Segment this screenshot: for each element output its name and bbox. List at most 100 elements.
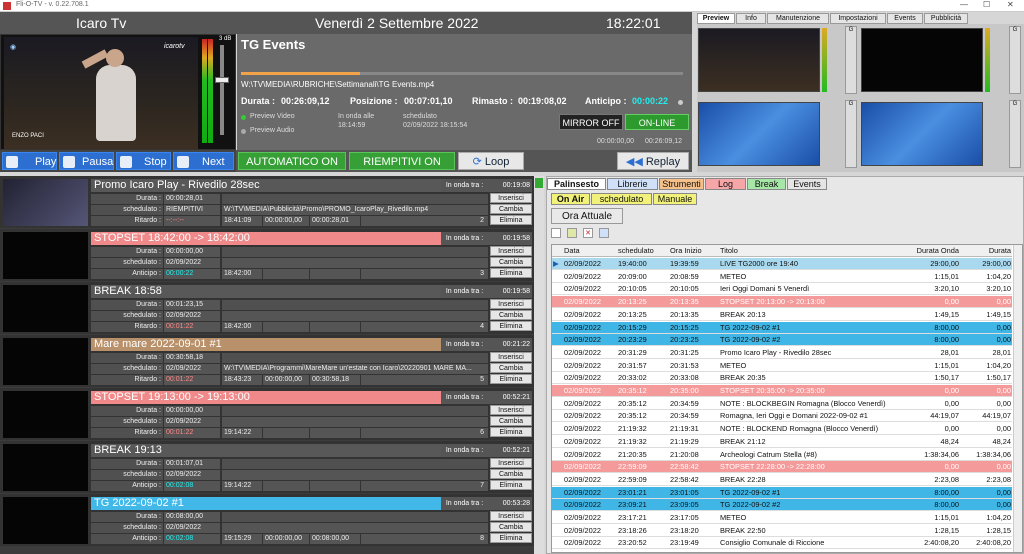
tab-preview[interactable]: Preview (697, 13, 735, 24)
grid-row[interactable]: 02/09/2022 20:13:25 20:13:35 BREAK 20:13 1:4… (552, 309, 1012, 321)
grid-row[interactable]: 02/09/2022 23:17:21 23:17:05 METEO 1:15,01 1:… (552, 512, 1012, 524)
maximize-button[interactable]: ☐ (983, 0, 990, 9)
close-button[interactable]: ✕ (1007, 0, 1014, 9)
grid-row[interactable]: 02/09/2022 20:15:29 20:15:25 TG 2022-09-02 … (552, 321, 1012, 334)
panel-tab[interactable]: Palinsesto (547, 178, 606, 190)
automatico-button[interactable]: AUTOMATICO ON (238, 152, 346, 170)
pause-button[interactable]: Pausa (59, 152, 114, 170)
queue-item[interactable]: STOPSET 18:42:00 -> 18:42:00 In onda tra … (0, 229, 534, 281)
inserisci-button[interactable]: Inserisci (490, 299, 532, 309)
grid-row[interactable]: 02/09/2022 20:35:12 20:35:00 STOPSET 20:35:… (552, 385, 1012, 397)
cambia-button[interactable]: Cambia (490, 257, 532, 267)
tab-info[interactable]: Info (736, 13, 766, 24)
grid-row[interactable]: ▶ 02/09/2022 19:40:00 19:39:59 LIVE TG2000 o… (552, 258, 1012, 270)
preview-audio-led[interactable] (241, 129, 246, 134)
grid-row[interactable]: 02/09/2022 21:19:32 21:19:29 BREAK 21:12 48,… (552, 436, 1012, 448)
tab-impostazioni[interactable]: Impostazioni (830, 13, 886, 24)
cambia-button[interactable]: Cambia (490, 469, 532, 479)
inserisci-button[interactable]: Inserisci (490, 405, 532, 415)
tab-events[interactable]: Events (887, 13, 923, 24)
preview-side-1[interactable]: G (845, 26, 857, 94)
panel-tab[interactable]: Events (787, 178, 827, 190)
grid-row[interactable]: 02/09/2022 23:20:52 23:19:49 Consiglio Comu… (552, 537, 1012, 550)
tool-icon-4[interactable] (599, 228, 609, 238)
grid-row[interactable]: 02/09/2022 20:09:00 20:08:59 METEO 1:15,01 1:… (552, 271, 1012, 283)
panel-tab[interactable]: Log (705, 178, 746, 190)
grid-header-cell[interactable]: Titolo (720, 245, 905, 257)
inserisci-button[interactable]: Inserisci (490, 458, 532, 468)
tool-icon-2[interactable] (567, 228, 577, 238)
loop-button[interactable]: ⟳ Loop (458, 152, 524, 170)
tool-icon-1[interactable] (551, 228, 561, 238)
grid-row[interactable]: 02/09/2022 20:13:25 20:13:35 STOPSET 20:13:… (552, 296, 1012, 309)
preview-video-led[interactable] (241, 115, 246, 120)
online-button[interactable]: ON-LINE (625, 114, 689, 130)
grid-row[interactable]: 02/09/2022 20:23:29 20:23:25 TG 2022-09-02 … (552, 334, 1012, 347)
queue-item[interactable]: TG 2022-09-02 #1 In onda tra :00:53:28 Dur… (0, 494, 534, 546)
inserisci-button[interactable]: Inserisci (490, 246, 532, 256)
volume-knob[interactable] (215, 77, 229, 83)
panel-tab[interactable]: Break (747, 178, 786, 190)
ora-attuale-button[interactable]: Ora Attuale (551, 208, 623, 224)
play-button[interactable]: Play (2, 152, 57, 170)
inserisci-button[interactable]: Inserisci (490, 352, 532, 362)
grid-row[interactable]: 02/09/2022 23:01:21 23:01:05 TG 2022-09-02 … (552, 486, 1012, 499)
inserisci-button[interactable]: Inserisci (490, 511, 532, 521)
replay-button[interactable]: ◀◀ Replay (617, 152, 689, 170)
delete-icon[interactable]: ✕ (583, 228, 593, 238)
elimina-button[interactable]: Elimina (490, 533, 532, 543)
grid-header-cell[interactable]: Ora Inizio (670, 245, 718, 257)
preview-audio-label[interactable]: Preview Audio (250, 127, 294, 134)
tab-pubblicita[interactable]: Pubblicità (924, 13, 968, 24)
elimina-button[interactable]: Elimina (490, 480, 532, 490)
queue-item[interactable]: Mare mare 2022-09-01 #1 In onda tra :00:2… (0, 335, 534, 387)
grid-row[interactable]: 02/09/2022 20:31:57 20:31:53 METEO 1:15,01 1:… (552, 360, 1012, 372)
progress-bar[interactable] (241, 72, 683, 75)
grid-row[interactable]: 02/09/2022 23:09:21 23:09:05 TG 2022-09-02 … (552, 499, 1012, 512)
queue-item[interactable]: BREAK 18:58 In onda tra :00:19:58 Durata :… (0, 282, 534, 334)
elimina-button[interactable]: Elimina (490, 215, 532, 225)
preview-side-2[interactable]: G (845, 100, 857, 168)
grid-row[interactable]: 02/09/2022 21:20:35 21:20:08 Archeologi Cat… (552, 449, 1012, 461)
preview-side-4[interactable]: G (1009, 100, 1021, 168)
sub-tab[interactable]: On Air (551, 193, 590, 205)
sub-tab[interactable]: schedulato (591, 193, 652, 205)
grid-row[interactable]: 02/09/2022 23:18:26 23:18:20 BREAK 22:50 1:2… (552, 525, 1012, 537)
elimina-button[interactable]: Elimina (490, 321, 532, 331)
grid-header-cell[interactable]: Data (564, 245, 616, 257)
scroll-thumb[interactable] (535, 178, 543, 188)
grid-row[interactable]: 02/09/2022 20:33:02 20:33:08 BREAK 20:35 1:5… (552, 372, 1012, 385)
volume-slider[interactable] (220, 45, 224, 135)
cambia-button[interactable]: Cambia (490, 363, 532, 373)
cambia-button[interactable]: Cambia (490, 416, 532, 426)
sub-tab[interactable]: Manuale (653, 193, 697, 205)
next-button[interactable]: Next (173, 152, 234, 170)
stop-button[interactable]: Stop (116, 152, 171, 170)
inserisci-button[interactable]: Inserisci (490, 193, 532, 203)
grid-row[interactable]: 02/09/2022 21:19:32 21:19:31 NOTE : BLOCKEN… (552, 423, 1012, 436)
grid-row[interactable]: 02/09/2022 20:35:12 20:34:59 Romagna, Ieri … (552, 410, 1012, 423)
riempitivi-button[interactable]: RIEMPITIVI ON (349, 152, 455, 170)
grid-header-cell[interactable]: schedulato (618, 245, 668, 257)
mirror-button[interactable]: MIRROR OFF (559, 114, 623, 130)
grid-row[interactable]: 02/09/2022 20:10:05 20:10:05 Ieri Oggi Doma… (552, 283, 1012, 296)
cambia-button[interactable]: Cambia (490, 204, 532, 214)
grid-row[interactable]: 02/09/2022 22:59:09 22:58:42 STOPSET 22:28:… (552, 461, 1012, 474)
grid-row[interactable]: 02/09/2022 20:31:29 20:31:25 Promo Icaro Pl… (552, 347, 1012, 359)
preview-video-label[interactable]: Preview Video (250, 113, 295, 120)
preview-side-3[interactable]: G (1009, 26, 1021, 94)
grid-header-cell[interactable]: Durata (961, 245, 1011, 257)
panel-tab[interactable]: Strumenti (659, 178, 704, 190)
queue-scrollbar[interactable] (534, 176, 544, 554)
panel-tab[interactable]: Librerie (607, 178, 658, 190)
minimize-button[interactable]: — (960, 0, 968, 9)
elimina-button[interactable]: Elimina (490, 374, 532, 384)
grid-row[interactable]: 02/09/2022 22:59:09 22:58:42 BREAK 22:28 2:2… (552, 474, 1012, 486)
tab-manutenzione[interactable]: Manutenzione (767, 13, 829, 24)
grid-scrollbar[interactable] (1013, 245, 1022, 552)
grid-header-cell[interactable]: Durata Onda (907, 245, 959, 257)
queue-item[interactable]: BREAK 19:13 In onda tra :00:52:21 Durata :… (0, 441, 534, 493)
queue-item[interactable]: STOPSET 19:13:00 -> 19:13:00 In onda tra … (0, 388, 534, 440)
cambia-button[interactable]: Cambia (490, 522, 532, 532)
grid-row[interactable]: 02/09/2022 20:35:12 20:34:59 NOTE : BLOCKBE… (552, 398, 1012, 410)
